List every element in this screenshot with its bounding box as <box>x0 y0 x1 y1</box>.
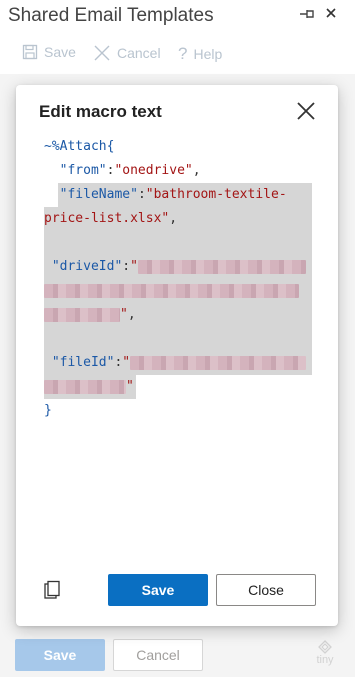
tiny-brand-label: tiny <box>316 654 334 666</box>
tiny-logo: tiny <box>312 640 338 670</box>
footer-cancel-button[interactable]: Cancel <box>113 639 203 671</box>
dialog-save-button[interactable]: Save <box>108 574 208 606</box>
tiny-logo-icon <box>318 640 332 654</box>
macro-open: ~%Attach{ <box>44 139 115 154</box>
cancel-icon <box>94 45 110 61</box>
toolbar-help-button[interactable]: ? Help <box>178 44 222 64</box>
code-line: ~%Attach{ <box>44 135 312 159</box>
close-icon[interactable] <box>294 99 318 123</box>
pane-title: Shared Email Templates <box>8 5 214 26</box>
comma: , <box>127 307 136 322</box>
pane-header: Shared Email Templates <box>0 0 355 34</box>
edit-macro-dialog: Edit macro text ~%Attach{ "from":"onedri… <box>16 85 338 626</box>
redacted-file-id <box>44 379 126 394</box>
toolbar-cancel-button[interactable]: Cancel <box>93 44 161 62</box>
dialog-title: Edit macro text <box>39 102 162 121</box>
code-line: "driveId":" <box>44 255 312 279</box>
clipboard-icon[interactable] <box>43 580 61 600</box>
redacted-drive-id <box>44 283 299 298</box>
comma: , <box>192 163 201 178</box>
toolbar-cancel-label: Cancel <box>117 45 161 61</box>
code-line <box>44 279 312 303</box>
footer-save-button[interactable]: Save <box>15 639 105 671</box>
code-line: " <box>44 375 312 399</box>
code-line: price-list.xlsx", <box>44 207 312 231</box>
save-icon <box>22 44 38 60</box>
toolbar-save-button[interactable]: Save <box>22 44 76 60</box>
code-line: } <box>44 399 312 423</box>
toolbar-help-label: Help <box>193 46 223 62</box>
help-icon: ? <box>178 44 188 63</box>
filename-key: "fileName" <box>59 187 138 202</box>
close-icon[interactable] <box>325 6 337 20</box>
colon: : <box>137 187 146 202</box>
driveid-key: "driveId" <box>51 259 123 274</box>
redacted-drive-id <box>137 259 306 274</box>
colon: : <box>122 259 131 274</box>
code-line: ", <box>44 303 312 327</box>
close-brace: } <box>44 403 52 418</box>
pin-icon[interactable] <box>298 7 316 21</box>
from-key: "from" <box>59 163 107 178</box>
code-line: "from":"onedrive", <box>44 159 312 183</box>
toolbar: Save Cancel ? Help <box>0 40 355 68</box>
comma: , <box>169 211 178 226</box>
code-line: "fileId":" <box>44 351 312 375</box>
filename-value-line2: price-list.xlsx" <box>44 211 170 226</box>
redacted-drive-id <box>44 307 120 322</box>
from-value: "onedrive" <box>114 163 193 178</box>
macro-code-editor[interactable]: ~%Attach{ "from":"onedrive", "fileName":… <box>44 135 312 423</box>
redacted-file-id <box>130 355 307 370</box>
fileid-key: "fileId" <box>51 355 115 370</box>
code-line: "fileName":"bathroom-textile- <box>44 183 312 207</box>
dialog-close-button[interactable]: Close <box>216 574 316 606</box>
filename-value-line1: "bathroom-textile- <box>145 187 287 202</box>
toolbar-save-label: Save <box>44 44 76 60</box>
